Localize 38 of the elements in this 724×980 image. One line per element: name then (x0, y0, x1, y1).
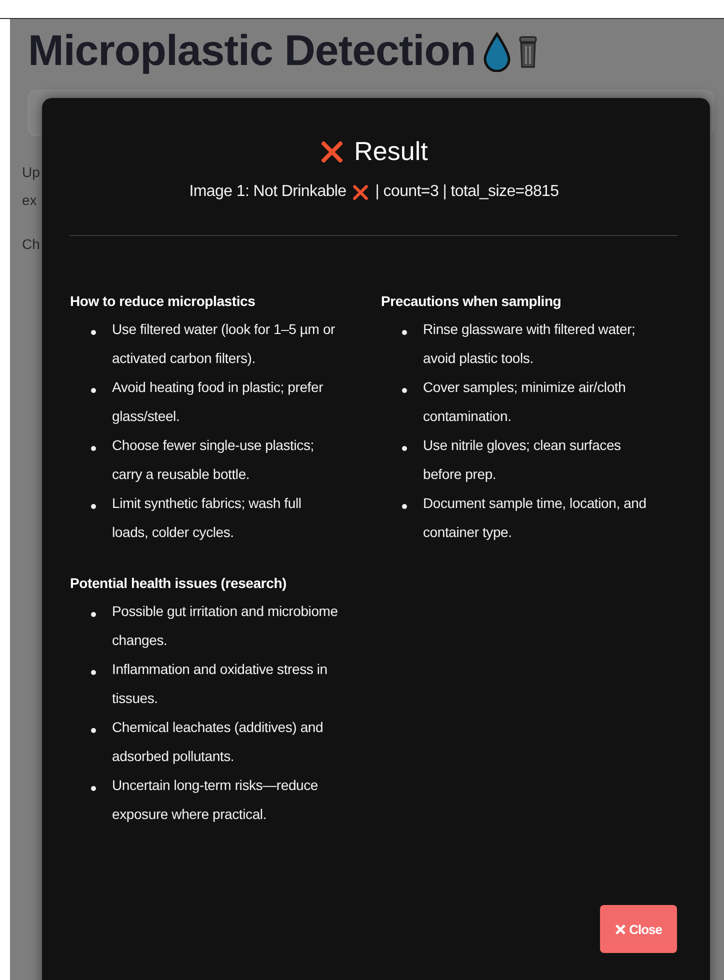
bullet-icon (91, 446, 96, 451)
tip-text: Choose fewer single-use plastics; carry a reusable bottle. (112, 436, 315, 484)
bullet-icon (402, 330, 407, 335)
tip-text: Use filtered water (look for 1–5 µm or activated carbon filters). (112, 320, 336, 368)
tip-text: Inflammation and oxidative stress in tissues. (112, 660, 328, 708)
tip-text: Chemical leachates (additives) and adsorbed pollutants. (112, 718, 324, 766)
bullet-icon (402, 504, 407, 509)
trash-can-icon (518, 34, 538, 68)
tip-text: Possible gut irritation and microbiome changes. (112, 602, 338, 650)
bullet-icon (91, 612, 96, 617)
bullet-icon (91, 728, 96, 733)
tip-text: Uncertain long-term risks—reduce exposure where practical. (112, 776, 320, 824)
section-heading: Potential health issues (research) (70, 575, 288, 591)
page-text: ex (22, 192, 37, 208)
bullet-icon (402, 446, 407, 451)
bullet-icon (91, 504, 96, 509)
tip-text: Use nitrile gloves; clean surfaces before prep. (423, 436, 622, 484)
close-icon (615, 924, 626, 934)
tip-text: Limit synthetic fabrics; wash full loads, colder cycles. (112, 494, 302, 542)
bullet-icon (91, 388, 96, 393)
tip-text: Document sample time, location, and container type. (423, 494, 648, 542)
tip-text: Cover samples; minimize air/cloth contamination. (423, 378, 627, 426)
dialog-title: Result (354, 136, 428, 167)
water-drop-icon (482, 32, 512, 72)
result-summary: Image 1: Not Drinkable (189, 183, 346, 201)
bullet-icon (91, 670, 96, 675)
bullet-icon (91, 786, 96, 791)
close-button[interactable]: Close (600, 905, 677, 953)
page-title: Microplastic Detection (28, 27, 476, 76)
tip-text: Avoid heating food in plastic; prefer glass/steel. (112, 378, 324, 426)
tip-text: Rinse glassware with filtered water; avoid plastic tools. (423, 320, 636, 368)
result-details: | count=3 | total_size=8815 (375, 183, 559, 201)
section-heading: How to reduce microplastics (70, 293, 256, 309)
bullet-icon (91, 330, 96, 335)
page-text: Up (22, 164, 40, 180)
page-text: Ch (22, 236, 40, 252)
section-heading: Precautions when sampling (381, 293, 562, 309)
bullet-icon (402, 388, 407, 393)
